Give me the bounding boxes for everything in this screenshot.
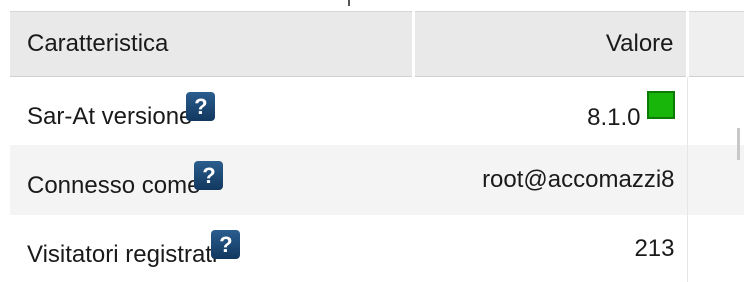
- info-table: Caratteristica Valore Sar-At versione? 8…: [10, 11, 744, 282]
- row-value-cell: 8.1.0: [413, 76, 687, 145]
- row-name-cell: Sar-At versione?: [10, 76, 413, 145]
- help-icon[interactable]: ?: [194, 160, 224, 190]
- table-row: Visitatori registrati? 213: [10, 215, 744, 282]
- row-name-label: Visitatori registrati: [27, 240, 218, 268]
- table-row: Connesso come? root@accomazzi8: [10, 145, 744, 215]
- row-name-label: Sar-At versione: [27, 102, 193, 130]
- side-cell: [686, 145, 744, 215]
- info-panel: Caratteristica Valore Sar-At versione? 8…: [0, 0, 744, 282]
- side-cell: [686, 215, 744, 282]
- row-name-cell: Visitatori registrati?: [10, 215, 413, 282]
- help-icon[interactable]: ?: [186, 91, 216, 121]
- row-value-label: root@accomazzi8: [482, 166, 675, 193]
- side-cell: [686, 76, 744, 145]
- column-header-extra: [687, 11, 744, 77]
- side-mark: [737, 128, 740, 160]
- table-header-row: Caratteristica Valore: [10, 11, 744, 77]
- row-value-label: 8.1.0: [587, 103, 641, 131]
- row-name-cell: Connesso come?: [10, 145, 413, 215]
- top-mark: [348, 0, 350, 6]
- help-icon[interactable]: ?: [211, 229, 241, 259]
- status-ok-icon: [646, 90, 675, 119]
- column-header-name: Caratteristica: [10, 11, 415, 77]
- row-name-label: Connesso come: [27, 171, 201, 199]
- row-value-cell: root@accomazzi8: [413, 145, 687, 215]
- column-header-value: Valore: [413, 11, 689, 77]
- row-value-label: 213: [634, 235, 675, 262]
- row-value-cell: 213: [413, 215, 687, 282]
- table-row: Sar-At versione? 8.1.0: [10, 76, 744, 145]
- top-rule: [0, 0, 744, 11]
